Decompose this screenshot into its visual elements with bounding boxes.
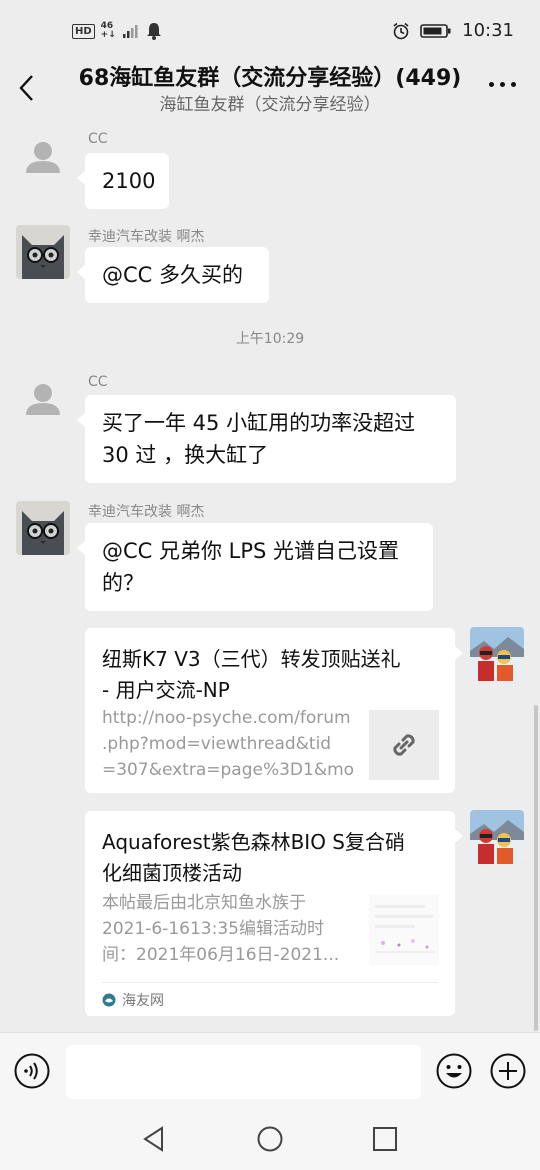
emoji-button[interactable]: [436, 1053, 472, 1089]
card-desc-line: 2021-6-1613:35编辑活动时: [102, 919, 324, 939]
more-dot-icon: [500, 82, 505, 87]
chat-scrollbar[interactable]: [534, 705, 538, 1031]
signal-icon: [122, 25, 138, 38]
sender-name: CC: [88, 374, 108, 390]
network-activity: +↓: [100, 30, 116, 40]
sender-name: CC: [88, 131, 108, 147]
card-source-name: 海友网: [122, 992, 164, 1009]
card-thumbnail: [369, 895, 439, 965]
avatar-cat[interactable]: [16, 501, 70, 555]
card-desc-line: .php?mod=viewthread&tid: [102, 734, 332, 754]
message-text-line: 30 过 ，换大缸了: [102, 443, 269, 467]
card-thumbnail: [369, 710, 439, 780]
ski-group-photo-avatar-icon: [470, 627, 524, 681]
message-input[interactable]: [66, 1045, 421, 1099]
more-dot-icon: [511, 82, 516, 87]
chat-title: 68海缸鱼友群（交流分享经验）(449): [78, 66, 462, 91]
circle-home-icon: [257, 1126, 283, 1152]
message-bubble[interactable]: @CC 多久买的: [77, 247, 269, 303]
system-nav-bar: [0, 1110, 540, 1170]
message-text-line: 的？: [102, 571, 144, 595]
default-person-icon: [16, 131, 70, 185]
chat-input-bar: [0, 1032, 540, 1110]
nav-home-button[interactable]: [255, 1124, 285, 1154]
more-actions-button[interactable]: [490, 1053, 526, 1089]
square-recents-icon: [373, 1127, 397, 1151]
sender-name: 幸迪汽车改装 啊杰: [88, 504, 205, 520]
more-options-button[interactable]: [489, 82, 516, 87]
message-text: @CC 多久买的: [102, 263, 244, 287]
source-logo-icon: [102, 993, 116, 1006]
status-right: 10:31: [392, 20, 514, 41]
more-dot-icon: [489, 82, 494, 87]
triangle-back-icon: [143, 1126, 163, 1152]
card-desc-line: 间：2021年06月16日-2021...: [102, 945, 340, 965]
link-card[interactable]: 纽斯K7 V3（三代）转发顶贴送礼 - 用户交流-NP http://noo-p…: [85, 628, 463, 793]
card-title-line: 化细菌顶楼活动: [102, 861, 242, 885]
emoji-smile-icon: [436, 1053, 472, 1089]
card-desc-line: 本帖最后由北京知鱼水族于: [102, 893, 306, 913]
cat-with-glasses-avatar-icon: [16, 501, 70, 555]
hd-badge: HD: [72, 23, 95, 39]
card-desc-line: http://noo-psyche.com/forum: [102, 708, 351, 728]
avatar-self[interactable]: [470, 810, 524, 864]
card-title-line: 纽斯K7 V3（三代）转发顶贴送礼: [102, 647, 401, 671]
default-person-icon: [16, 373, 70, 427]
message-bubble[interactable]: 买了一年 45 小缸用的功率没超过 30 过 ，换大缸了: [77, 395, 456, 483]
sender-name: 幸迪汽车改装 啊杰: [88, 229, 205, 245]
avatar-cc[interactable]: [16, 373, 70, 427]
battery-icon: [420, 23, 451, 38]
notification-bell-icon: [146, 23, 161, 40]
card-title-line: - 用户交流-NP: [102, 678, 230, 702]
card-title-line: Aquaforest紫色森林BIO S复合硝: [102, 830, 405, 854]
avatar-self[interactable]: [470, 627, 524, 681]
chat-header: 68海缸鱼友群（交流分享经验）(449) 海缸鱼友群（交流分享经验）: [0, 56, 540, 120]
card-source: 海友网: [102, 982, 438, 1016]
plus-icon: [490, 1053, 526, 1089]
status-left: HD 46 +↓: [72, 22, 162, 40]
chat-timestamp: 上午10:29: [235, 331, 305, 347]
avatar-cc[interactable]: [16, 131, 70, 185]
avatar-cat[interactable]: [16, 225, 70, 279]
message-text: 2100: [102, 169, 156, 193]
nav-back-button[interactable]: [140, 1124, 170, 1154]
voice-icon: [14, 1053, 50, 1089]
clock: 10:31: [462, 20, 514, 41]
ski-group-photo-avatar-icon: [470, 810, 524, 864]
nav-recents-button[interactable]: [370, 1124, 400, 1154]
message-text-line: @CC 兄弟你 LPS 光谱自己设置: [102, 539, 400, 563]
cat-with-glasses-avatar-icon: [16, 225, 70, 279]
message-text-line: 买了一年 45 小缸用的功率没超过: [102, 411, 416, 435]
status-bar: HD 46 +↓ 10:31: [0, 0, 540, 62]
network-indicator: 46 +↓: [101, 22, 116, 40]
voice-input-button[interactable]: [14, 1053, 50, 1089]
message-bubble[interactable]: 2100: [77, 153, 169, 209]
message-bubble[interactable]: @CC 兄弟你 LPS 光谱自己设置 的？: [77, 523, 433, 611]
card-desc-line: =307&extra=page%3D1&mo...: [102, 760, 354, 780]
alarm-icon: [393, 22, 409, 39]
link-card[interactable]: Aquaforest紫色森林BIO S复合硝 化细菌顶楼活动 本帖最后由北京知鱼…: [85, 811, 463, 1016]
faint-preview-image-icon: [369, 895, 439, 965]
chat-subtitle: 海缸鱼友群（交流分享经验）: [159, 95, 381, 115]
link-icon: [393, 734, 415, 756]
